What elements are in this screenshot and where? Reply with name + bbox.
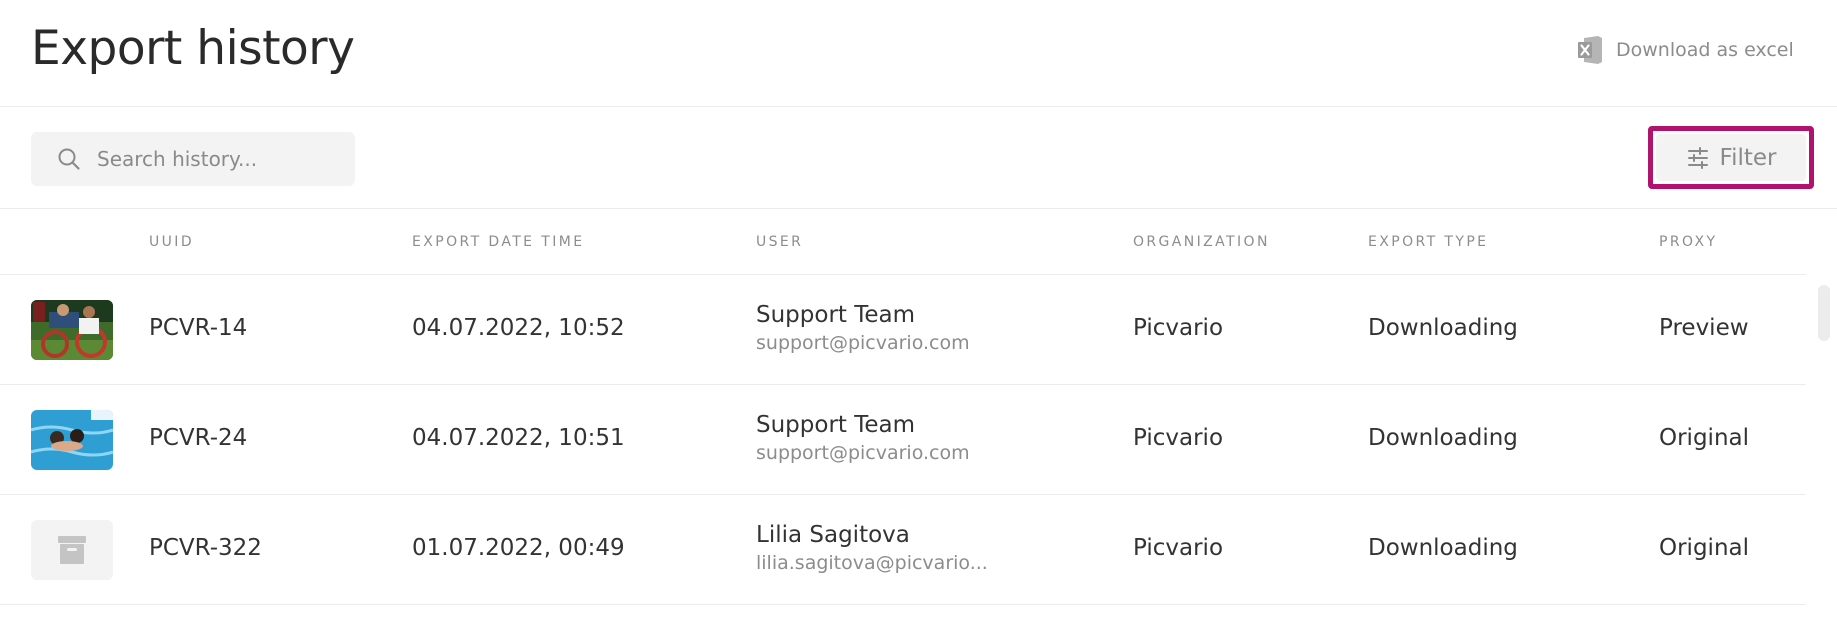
search-box[interactable] — [31, 132, 355, 186]
table-row[interactable]: PCVR-14 04.07.2022, 10:52 Support Team s… — [0, 276, 1806, 385]
page-header: Export history Download as excel — [0, 0, 1837, 107]
archive-icon — [58, 536, 86, 564]
uuid-cell[interactable]: PCVR-14 — [149, 315, 247, 341]
vertical-scrollbar-thumb[interactable] — [1818, 285, 1830, 341]
swimming-pool-photo — [31, 410, 113, 470]
download-excel-button[interactable]: Download as excel — [1576, 35, 1794, 65]
toolbar: Filter — [0, 108, 1837, 209]
export-date-time-cell: 04.07.2022, 10:51 — [412, 425, 625, 451]
table-row[interactable]: PCVR-24 04.07.2022, 10:51 Support Team s… — [0, 386, 1806, 495]
thumbnail-image — [31, 410, 113, 470]
filter-label: Filter — [1719, 144, 1777, 171]
thumbnail-placeholder — [31, 520, 113, 580]
proxy-cell: Original — [1659, 425, 1750, 451]
column-header-export-type[interactable]: EXPORT TYPE — [1368, 234, 1488, 250]
uuid-cell[interactable]: PCVR-322 — [149, 535, 262, 561]
export-date-time-cell: 04.07.2022, 10:52 — [412, 315, 625, 341]
organization-cell: Picvario — [1133, 535, 1224, 561]
export-type-cell: Downloading — [1368, 315, 1518, 341]
user-email: support@picvario.com — [756, 332, 970, 354]
user-name: Support Team — [756, 302, 916, 328]
user-email: lilia.sagitova@picvario... — [756, 552, 988, 574]
user-name: Lilia Sagitova — [756, 522, 910, 548]
organization-cell: Picvario — [1133, 425, 1224, 451]
export-type-cell: Downloading — [1368, 535, 1518, 561]
sliders-icon — [1687, 146, 1708, 169]
proxy-cell: Original — [1659, 535, 1750, 561]
search-icon — [58, 148, 80, 170]
column-header-export-date-time[interactable]: EXPORT DATE TIME — [412, 234, 585, 250]
export-type-cell: Downloading — [1368, 425, 1518, 451]
user-name: Support Team — [756, 412, 916, 438]
export-date-time-cell: 01.07.2022, 00:49 — [412, 535, 625, 561]
column-header-user[interactable]: USER — [756, 234, 803, 250]
proxy-cell: Preview — [1659, 315, 1749, 341]
download-excel-label: Download as excel — [1616, 39, 1794, 61]
search-input[interactable] — [97, 132, 347, 186]
column-header-organization[interactable]: ORGANIZATION — [1133, 234, 1270, 250]
table-header: UUID EXPORT DATE TIME USER ORGANIZATION … — [0, 210, 1806, 275]
column-header-proxy[interactable]: PROXY — [1659, 234, 1717, 250]
wheelchair-basketball-photo — [31, 300, 113, 360]
column-header-uuid[interactable]: UUID — [149, 234, 194, 250]
filter-button[interactable]: Filter — [1656, 134, 1806, 181]
export-history-page: Export history Download as excel Search … — [0, 0, 1837, 621]
organization-cell: Picvario — [1133, 315, 1224, 341]
uuid-cell[interactable]: PCVR-24 — [149, 425, 247, 451]
excel-file-icon — [1578, 36, 1602, 64]
user-email: support@picvario.com — [756, 442, 970, 464]
table-row[interactable]: PCVR-322 01.07.2022, 00:49 Lilia Sagitov… — [0, 496, 1806, 605]
page-title: Export history — [31, 21, 355, 76]
thumbnail-image — [31, 300, 113, 360]
